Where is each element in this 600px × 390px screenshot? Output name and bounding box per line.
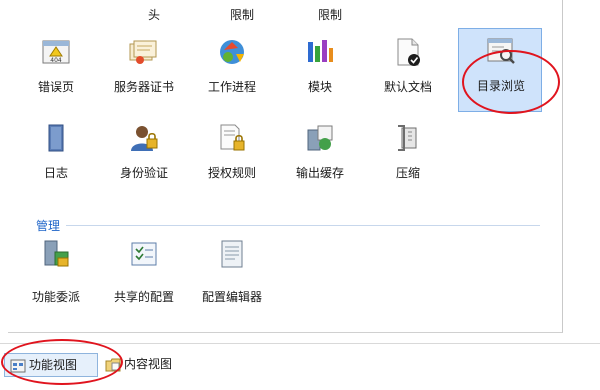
- authentication-icon: [131, 126, 158, 151]
- feature-modules[interactable]: 模块: [278, 32, 362, 118]
- cutoff-label: 限制: [229, 8, 254, 22]
- feature-label: 身份验证: [119, 166, 168, 180]
- feature-label: 默认文档: [383, 80, 432, 94]
- feature-feature-delegation[interactable]: 功能委派: [14, 234, 98, 320]
- feature-server-certificates[interactable]: 服务器证书: [102, 32, 186, 118]
- feature-output-caching[interactable]: 输出缓存: [278, 118, 362, 204]
- feature-delegation-icon: [44, 240, 69, 267]
- feature-shared-configuration[interactable]: 共享的配置: [102, 234, 186, 320]
- feature-compression[interactable]: 压缩: [366, 118, 450, 204]
- svg-text:404: 404: [50, 57, 62, 64]
- content-view-label: 内容视图: [124, 357, 173, 371]
- feature-error-pages[interactable]: 404 错误页: [14, 32, 98, 118]
- feature-logging[interactable]: 日志: [14, 118, 98, 204]
- features-panel: 头 限制 限制 404 错误页 服务器证书 工作进程 模块 默认文档 目录浏览 …: [8, 0, 563, 333]
- compression-icon: [398, 125, 417, 151]
- section-divider: [66, 225, 540, 226]
- feature-worker-processes[interactable]: 工作进程: [190, 32, 274, 118]
- configuration-editor-icon: [221, 240, 243, 268]
- logging-icon: [48, 124, 64, 152]
- shared-configuration-icon: [131, 242, 157, 266]
- feature-label: 日志: [43, 166, 68, 180]
- authorization-rules-icon: [220, 124, 245, 151]
- feature-default-document[interactable]: 默认文档: [366, 32, 450, 118]
- annotation-circle: [1, 339, 123, 385]
- feature-label: 模块: [307, 80, 332, 94]
- feature-authentication[interactable]: 身份验证: [102, 118, 186, 204]
- feature-label: 错误页: [37, 80, 74, 94]
- feature-label: 功能委派: [31, 290, 80, 304]
- feature-configuration-editor[interactable]: 配置编辑器: [190, 234, 274, 320]
- feature-label: 服务器证书: [113, 80, 174, 94]
- error-page-icon: 404: [42, 40, 70, 64]
- feature-label: 压缩: [395, 166, 420, 180]
- default-document-icon: [397, 38, 420, 66]
- feature-authorization-rules[interactable]: 授权规则: [190, 118, 274, 204]
- annotation-circle: [462, 50, 560, 114]
- output-caching-icon: [307, 125, 333, 151]
- feature-label: 工作进程: [207, 80, 256, 94]
- worker-process-icon: [220, 40, 244, 64]
- cutoff-label: 头: [147, 8, 160, 22]
- server-certificate-icon: [129, 40, 157, 64]
- section-title-management: 管理: [36, 219, 61, 233]
- feature-label: 共享的配置: [113, 290, 174, 304]
- feature-label: 授权规则: [207, 166, 256, 180]
- modules-icon: [308, 40, 333, 62]
- cutoff-label: 限制: [317, 8, 342, 22]
- feature-label: 输出缓存: [295, 166, 344, 180]
- feature-label: 配置编辑器: [201, 290, 262, 304]
